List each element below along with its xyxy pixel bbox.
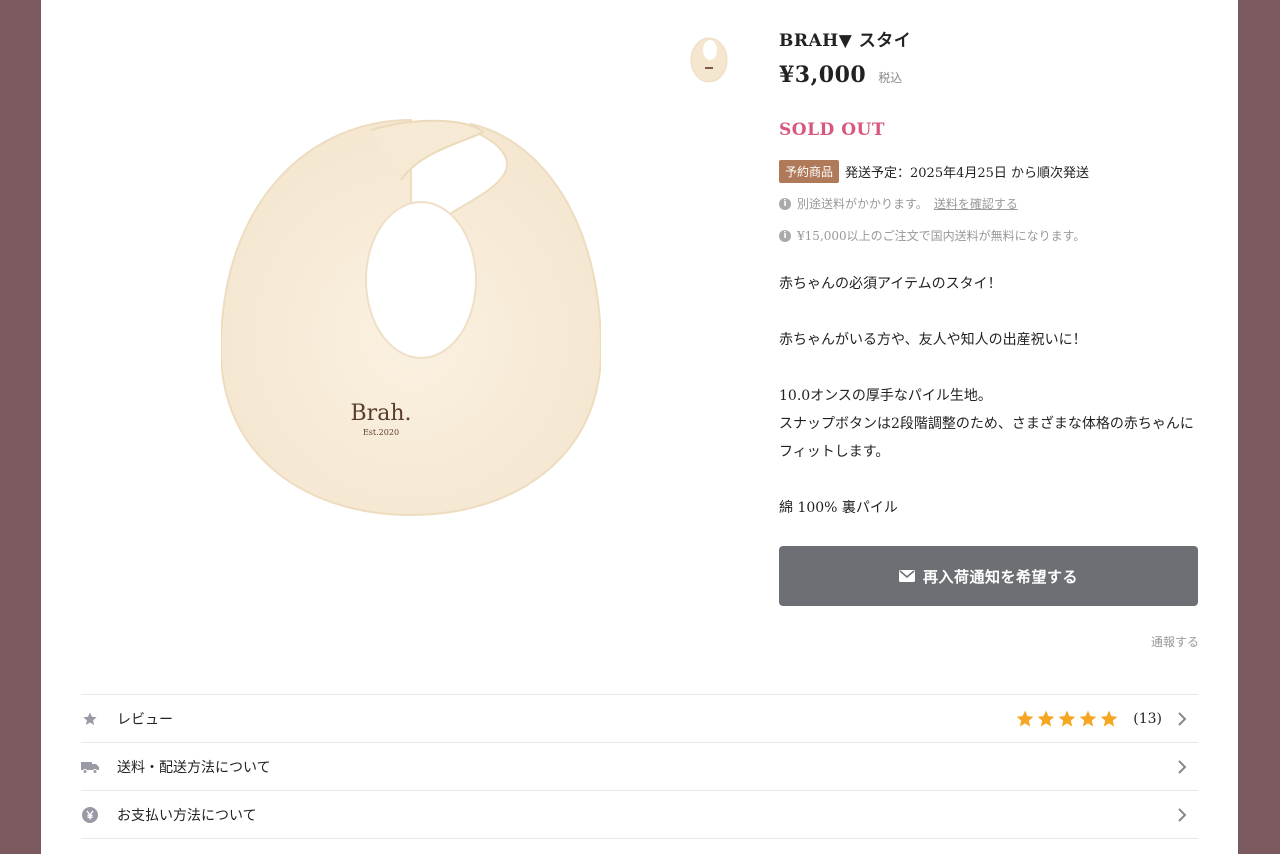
description-line: スナップボタンは2段階調整のため、さまざまな体格の赤ちゃんに xyxy=(779,416,1194,432)
yen-icon xyxy=(81,806,99,824)
preorder-badge: 予約商品 xyxy=(779,160,840,183)
product-title: BRAH▼ スタイ xyxy=(779,31,912,51)
product-card: Brah. Est.2020 BRAH▼ スタイ ¥3,000 税込 SOLD … xyxy=(41,0,1238,854)
description-line: 赤ちゃんの必須アイテムのスタイ！ xyxy=(779,276,1002,292)
info-icon: i xyxy=(779,197,791,210)
preorder-row: 予約商品 発送予定：2025年4月25日 から順次発送 xyxy=(779,160,1089,183)
star-filled-icon xyxy=(1037,710,1055,726)
product-main-image[interactable]: Brah. Est.2020 xyxy=(221,110,601,530)
shipping-link[interactable]: 送料を確認する xyxy=(934,195,1018,212)
info-icon: i xyxy=(779,229,791,242)
chevron-right-icon xyxy=(1178,759,1187,774)
row-payment-right xyxy=(1176,807,1188,823)
row-payment[interactable]: お支払い方法について xyxy=(81,790,1198,839)
star-filled-icon xyxy=(1058,710,1076,726)
tax-label: 税込 xyxy=(878,71,903,85)
row-label-shipping: 送料・配送方法について xyxy=(117,759,271,776)
chevron-right-icon xyxy=(1178,807,1187,822)
star-filled-icon xyxy=(1079,710,1097,726)
description-line xyxy=(779,354,1199,382)
description-line: フィットします。 xyxy=(779,444,890,460)
description-line xyxy=(779,298,1199,326)
free-shipping-note: i ¥15,000以上のご注文で国内送料が無料になります。 xyxy=(779,227,1085,244)
product-thumbnail[interactable] xyxy=(686,30,732,84)
bib-logo-subtext: Est.2020 xyxy=(363,428,399,437)
row-label-payment: お支払い方法について xyxy=(117,807,257,824)
row-reviews[interactable]: レビュー (13) xyxy=(81,694,1198,742)
row-label-reviews: レビュー xyxy=(117,711,173,728)
chevron-right-icon xyxy=(1178,711,1187,726)
row-shipping-right xyxy=(1176,759,1188,775)
review-count: (13) xyxy=(1133,710,1162,727)
description-line xyxy=(779,466,1199,494)
price-row: ¥3,000 税込 xyxy=(779,62,902,88)
report-link[interactable]: 通報する xyxy=(1151,633,1199,650)
star-filled-icon xyxy=(1100,710,1118,726)
truck-icon xyxy=(81,758,99,776)
restock-notify-button[interactable]: 再入荷通知を希望する xyxy=(779,546,1198,606)
bib-logo-text: Brah. xyxy=(351,401,412,426)
reviews-summary: (13) xyxy=(1015,709,1188,729)
star-icon xyxy=(81,710,99,728)
description-line: 綿 100% 裏パイル xyxy=(779,500,898,516)
rating-stars xyxy=(1015,709,1119,729)
free-shipping-text: ¥15,000以上のご注文で国内送料が無料になります。 xyxy=(797,229,1086,243)
row-shipping[interactable]: 送料・配送方法について xyxy=(81,742,1198,790)
info-rows: レビュー (13) 送料・配送方法について お支払い方法について xyxy=(81,694,1198,839)
sold-out-label: SOLD OUT xyxy=(779,120,885,140)
product-price: ¥3,000 xyxy=(779,62,867,88)
description-line: 赤ちゃんがいる方や、友人や知人の出産祝いに！ xyxy=(779,332,1087,348)
shipping-note-text: 別途送料がかかります。 xyxy=(797,197,928,211)
restock-notify-label: 再入荷通知を希望する xyxy=(922,567,1078,586)
mail-icon xyxy=(898,570,915,582)
star-filled-icon xyxy=(1016,710,1034,726)
shipping-schedule: 発送予定：2025年4月25日 から順次発送 xyxy=(845,166,1090,181)
product-description: 赤ちゃんの必須アイテムのスタイ！ 赤ちゃんがいる方や、友人や知人の出産祝いに！ … xyxy=(779,270,1199,522)
shipping-note: i 別途送料がかかります。 送料を確認する xyxy=(779,195,1018,212)
description-line: 10.0オンスの厚手なパイル生地。 xyxy=(779,388,992,404)
